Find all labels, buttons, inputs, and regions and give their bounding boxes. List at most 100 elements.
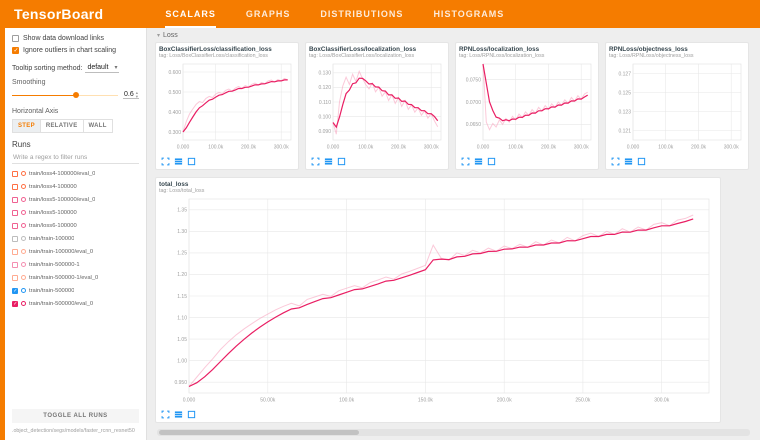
- svg-text:100.0k: 100.0k: [508, 145, 524, 151]
- run-color-icon: [21, 197, 26, 202]
- run-row[interactable]: train/loss5-100000/eval_0: [12, 193, 139, 206]
- run-checkbox[interactable]: [12, 288, 18, 294]
- run-checkbox[interactable]: [12, 262, 18, 268]
- run-row[interactable]: train/train-500000/eval_0: [12, 297, 139, 310]
- run-row[interactable]: train/train-500000-1: [12, 258, 139, 271]
- tooltip-sort-select[interactable]: default ▾: [85, 63, 119, 73]
- horizontal-scrollbar[interactable]: [157, 429, 750, 436]
- category-header-loss[interactable]: ▾ Loss: [157, 32, 752, 39]
- fullscreen-icon[interactable]: [161, 157, 170, 166]
- fullscreen-icon[interactable]: [611, 157, 620, 166]
- chart-plot-total-loss[interactable]: 0.9501.001.051.101.151.201.251.301.350.0…: [159, 195, 717, 403]
- run-checkbox[interactable]: [12, 249, 18, 255]
- app-header: TensorBoard SCALARSGRAPHSDISTRIBUTIONSHI…: [0, 0, 760, 28]
- chart-card-rpn-objectness-loss: RPNLoss/objectness_losstag: Loss/RPNLoss…: [605, 42, 749, 170]
- fullscreen-icon[interactable]: [311, 157, 320, 166]
- checkbox-icon: [12, 35, 19, 42]
- svg-text:300.0k: 300.0k: [424, 145, 440, 151]
- chart-plot-box-classification-loss[interactable]: 0.3000.4000.5000.6000.000100.0k200.0k300…: [159, 60, 295, 150]
- pin-icon[interactable]: [637, 157, 646, 166]
- tensorboard-app: TensorBoard SCALARSGRAPHSDISTRIBUTIONSHI…: [0, 0, 760, 440]
- slider-thumb[interactable]: [73, 92, 79, 98]
- svg-text:300.0k: 300.0k: [574, 145, 590, 151]
- chart-plot-rpn-localization-loss[interactable]: 0.06500.07000.07500.000100.0k200.0k300.0…: [459, 60, 595, 150]
- run-row[interactable]: train/loss4-100000/eval_0: [12, 167, 139, 180]
- run-name: train/loss5-100000/eval_0: [29, 197, 95, 203]
- run-checkbox[interactable]: [12, 210, 18, 216]
- run-row[interactable]: train/loss6-100000: [12, 219, 139, 232]
- chart-plot-box-localization-loss[interactable]: 0.0900.1000.1100.1200.1300.000100.0k200.…: [309, 60, 445, 150]
- run-color-icon: [21, 184, 26, 189]
- pin-icon[interactable]: [337, 157, 346, 166]
- run-row[interactable]: train/train-100000: [12, 232, 139, 245]
- chevron-down-icon: ▾: [114, 64, 117, 71]
- chart-toolbar: [159, 408, 717, 419]
- svg-text:0.120: 0.120: [318, 85, 331, 91]
- svg-text:300.0k: 300.0k: [274, 145, 290, 151]
- runs-list[interactable]: train/loss4-100000/eval_0train/loss4-100…: [12, 167, 139, 405]
- chart-title: total_loss: [159, 181, 717, 188]
- fullscreen-icon[interactable]: [461, 157, 470, 166]
- svg-text:0.000: 0.000: [177, 145, 190, 151]
- axis-mode-wall[interactable]: WALL: [84, 119, 113, 133]
- run-row[interactable]: train/train-500000: [12, 284, 139, 297]
- svg-text:0.300: 0.300: [168, 130, 181, 136]
- sidebar: Show data download links Ignore outliers…: [5, 28, 147, 440]
- horizontal-axis-block: Horizontal Axis STEPRELATIVEWALL: [12, 108, 139, 133]
- tab-histograms[interactable]: HISTOGRAMS: [433, 0, 504, 28]
- run-checkbox[interactable]: [12, 184, 18, 190]
- show-download-links-checkbox[interactable]: Show data download links: [12, 35, 139, 42]
- smoothing-slider[interactable]: [12, 90, 118, 100]
- chart-tag: tag: Loss/RPNLoss/localization_loss: [459, 53, 595, 59]
- chart-toolbar: [159, 155, 295, 166]
- svg-text:100.0k: 100.0k: [658, 145, 674, 151]
- run-color-icon: [21, 210, 26, 215]
- fullscreen-icon[interactable]: [161, 410, 170, 419]
- run-row[interactable]: train/train-500000-1/eval_0: [12, 271, 139, 284]
- pin-icon[interactable]: [487, 157, 496, 166]
- ignore-outliers-checkbox[interactable]: Ignore outliers in chart scaling: [12, 47, 139, 54]
- tab-graphs[interactable]: GRAPHS: [246, 0, 291, 28]
- smoothing-value-input[interactable]: 0.6 ▴▾: [123, 91, 139, 99]
- run-row[interactable]: train/train-100000/eval_0: [12, 245, 139, 258]
- pin-icon[interactable]: [187, 410, 196, 419]
- svg-text:0.090: 0.090: [318, 129, 331, 135]
- data-table-icon[interactable]: [174, 157, 183, 166]
- tab-scalars[interactable]: SCALARS: [165, 0, 216, 28]
- pin-icon[interactable]: [187, 157, 196, 166]
- chart-title: BoxClassifierLoss/classification_loss: [159, 46, 295, 53]
- axis-mode-relative[interactable]: RELATIVE: [41, 119, 84, 133]
- data-table-icon[interactable]: [624, 157, 633, 166]
- data-table-icon[interactable]: [174, 410, 183, 419]
- category-label: Loss: [163, 32, 178, 39]
- toggle-all-runs-button[interactable]: TOGGLE ALL RUNS: [12, 409, 139, 423]
- chart-title: RPNLoss/localization_loss: [459, 46, 595, 53]
- svg-text:50.00k: 50.00k: [260, 398, 276, 404]
- axis-mode-step[interactable]: STEP: [12, 119, 41, 133]
- tab-distributions[interactable]: DISTRIBUTIONS: [320, 0, 403, 28]
- nav-tabs: SCALARS GRAPHS DISTRIBUTIONS HISTOGRAMS: [165, 0, 504, 28]
- svg-text:100.0k: 100.0k: [339, 398, 355, 404]
- chart-toolbar: [609, 155, 745, 166]
- run-checkbox[interactable]: [12, 171, 18, 177]
- run-row[interactable]: train/loss5-100000: [12, 206, 139, 219]
- run-checkbox[interactable]: [12, 236, 18, 242]
- data-table-icon[interactable]: [324, 157, 333, 166]
- svg-text:300.0k: 300.0k: [724, 145, 740, 151]
- run-checkbox[interactable]: [12, 223, 18, 229]
- spinner-arrows-icon[interactable]: ▴▾: [136, 91, 138, 98]
- run-checkbox[interactable]: [12, 197, 18, 203]
- svg-text:0.950: 0.950: [174, 380, 187, 386]
- run-checkbox[interactable]: [12, 275, 18, 281]
- chevron-down-icon: ▾: [157, 32, 160, 39]
- svg-text:100.0k: 100.0k: [358, 145, 374, 151]
- run-name: train/loss6-100000: [29, 223, 77, 229]
- run-checkbox[interactable]: [12, 301, 18, 307]
- data-table-icon[interactable]: [474, 157, 483, 166]
- chart-plot-rpn-objectness-loss[interactable]: 0.1210.1230.1250.1270.000100.0k200.0k300…: [609, 60, 745, 150]
- run-row[interactable]: train/loss4-100000: [12, 180, 139, 193]
- scrollbar-thumb[interactable]: [159, 430, 359, 435]
- run-color-icon: [21, 288, 26, 293]
- run-color-icon: [21, 262, 26, 267]
- runs-filter-input[interactable]: [12, 152, 139, 164]
